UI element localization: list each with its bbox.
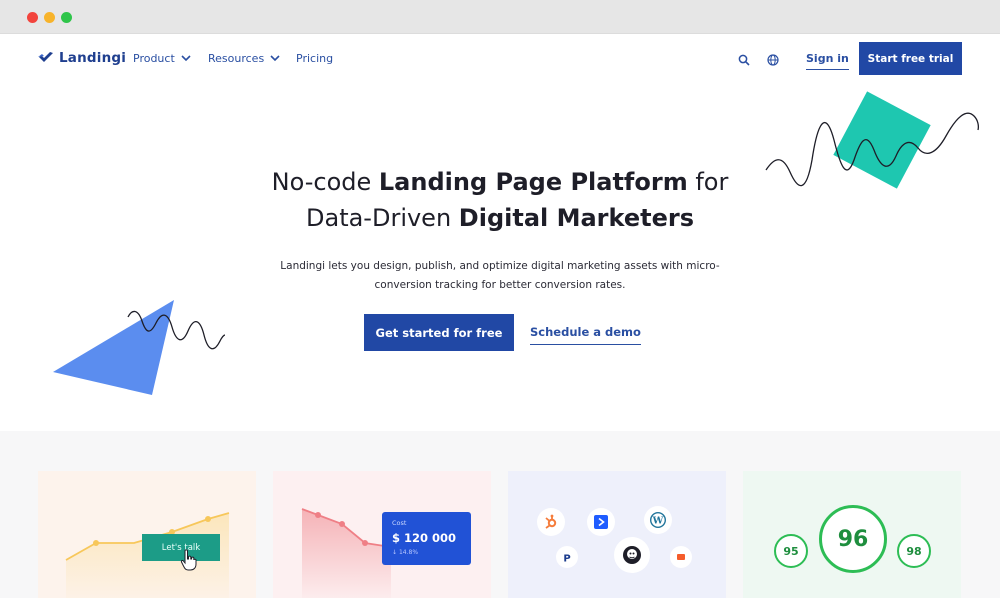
get-started-button[interactable]: Get started for free (364, 314, 514, 351)
landingi-logo[interactable]: Landingi (38, 50, 126, 66)
activecampaign-icon (587, 508, 615, 536)
svg-text:P: P (563, 553, 570, 563)
feature-card-integrations: W P (508, 471, 726, 598)
cost-label: Cost (392, 519, 407, 527)
nav-item-label: Pricing (296, 52, 334, 65)
search-icon[interactable] (738, 51, 750, 70)
arrow-down-icon: ↓ (392, 549, 398, 556)
start-free-trial-button[interactable]: Start free trial (859, 42, 962, 75)
blue-triangle-decoration (53, 300, 226, 395)
logo-text: Landingi (59, 50, 127, 66)
cost-change: ↓ 14.8% (392, 549, 419, 556)
schedule-demo-link[interactable]: Schedule a demo (530, 325, 641, 345)
cost-summary-card: Cost $ 120 000 ↓ 14.8% (382, 512, 471, 565)
score-badge-small: 95 (774, 534, 808, 568)
hubspot-icon (537, 508, 565, 536)
nav-item-label: Resources (208, 52, 265, 65)
sign-in-link[interactable]: Sign in (806, 52, 849, 70)
svg-text:W: W (652, 516, 664, 527)
close-window-dot[interactable] (27, 12, 38, 23)
hand-cursor-icon (180, 549, 197, 571)
nav-item-product[interactable]: Product (133, 52, 191, 65)
chevron-down-icon (181, 55, 191, 62)
top-navigation: Landingi Product Resources Pricing Sign … (0, 34, 1000, 82)
landingi-logo-icon (38, 52, 53, 62)
maximize-window-dot[interactable] (61, 12, 72, 23)
feature-card-cost: Cost $ 120 000 ↓ 14.8% (273, 471, 491, 598)
chevron-down-icon (270, 55, 280, 62)
nav-item-pricing[interactable]: Pricing (296, 52, 333, 65)
wordpress-icon: W (644, 506, 672, 534)
browser-chrome (0, 0, 1000, 34)
feature-card-conversion: Let's talk (38, 471, 256, 598)
cost-value: $ 120 000 (392, 531, 457, 545)
globe-icon[interactable] (767, 51, 779, 70)
integration-app-icon (670, 546, 692, 568)
minimize-window-dot[interactable] (44, 12, 55, 23)
feature-card-page-speed: 95 96 98 (743, 471, 961, 598)
mailchimp-icon (614, 537, 650, 573)
hero-subtitle: Landingi lets you design, publish, and o… (280, 260, 720, 291)
paypal-icon: P (556, 546, 578, 568)
nav-item-label: Product (133, 52, 175, 65)
hero-title-line1: No-code Landing Page Platform for (271, 168, 729, 196)
score-badge-small: 98 (897, 534, 931, 568)
nav-item-resources[interactable]: Resources (208, 52, 280, 65)
hero-title-line2: Data-Driven Digital Marketers (306, 204, 694, 232)
score-badge-main: 96 (819, 505, 887, 573)
hero-title: No-code Landing Page Platform for Data-D… (0, 164, 1000, 236)
